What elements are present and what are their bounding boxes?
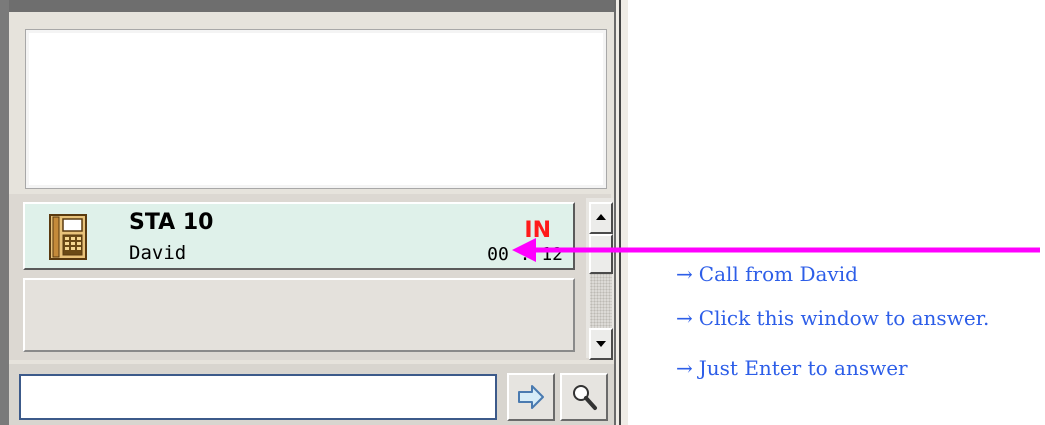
note-text: Call from David	[698, 262, 858, 286]
arrow-right-glyph: →	[676, 356, 693, 380]
arrow-right-glyph: →	[676, 262, 693, 286]
note-call-from: → Call from David	[676, 262, 858, 286]
note-text: Click this window to answer.	[698, 306, 990, 330]
note-text: Just Enter to answer	[698, 356, 908, 380]
note-enter-answer: → Just Enter to answer	[676, 356, 908, 380]
note-click-window: → Click this window to answer.	[676, 306, 989, 330]
arrow-right-glyph: →	[676, 306, 693, 330]
